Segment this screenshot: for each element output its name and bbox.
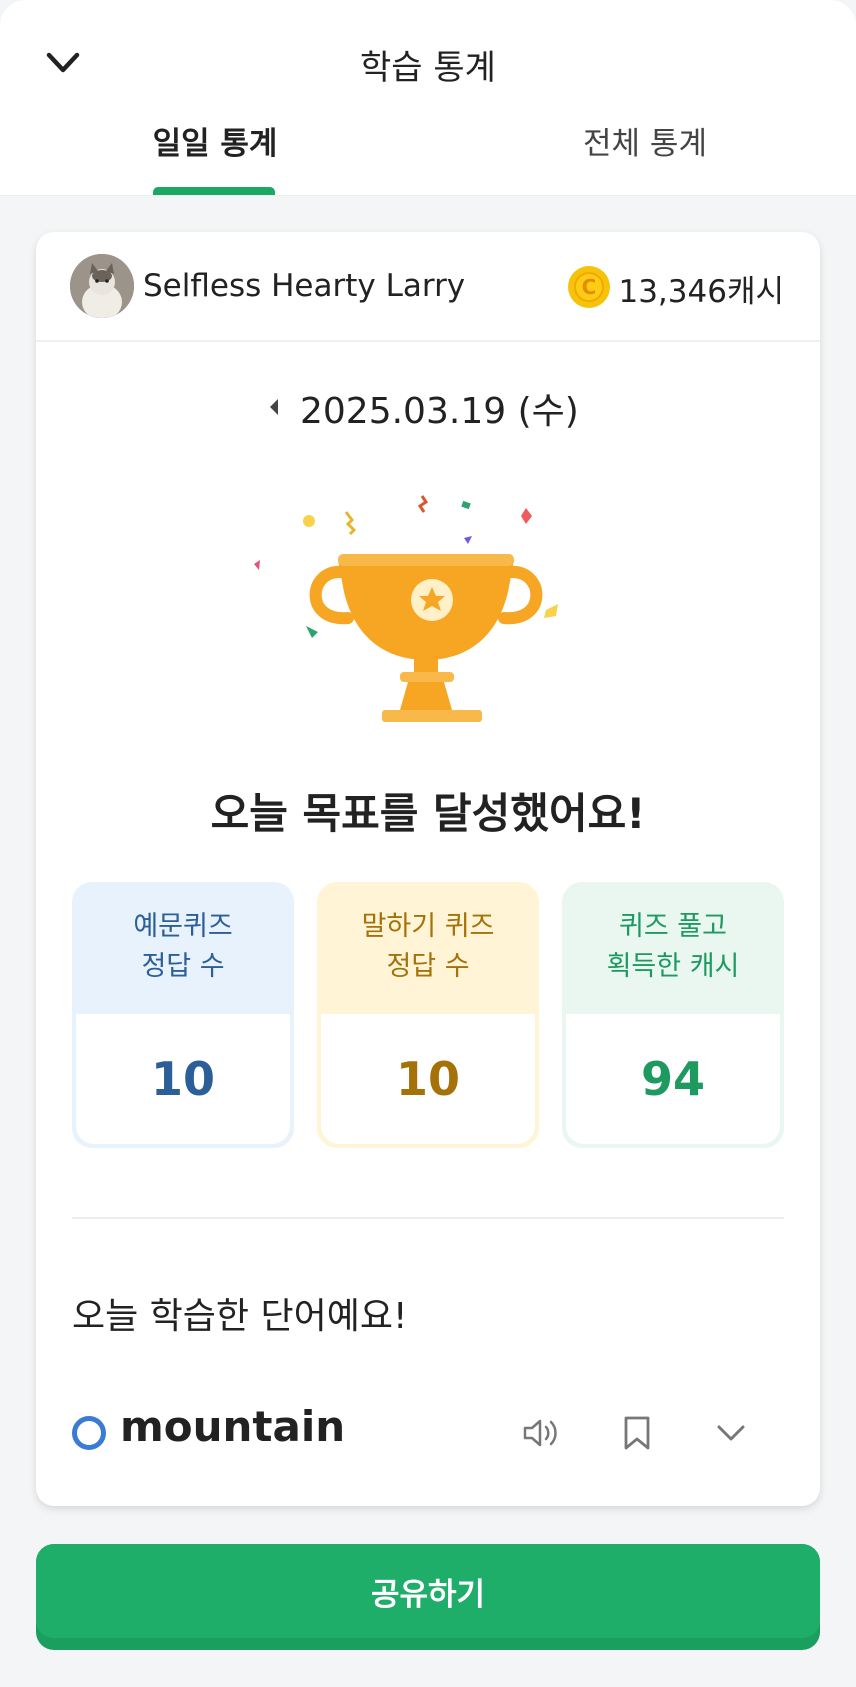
correct-circle-icon — [72, 1416, 106, 1450]
stat-quiz-cash: 퀴즈 풀고 획득한 캐시 94 — [562, 882, 784, 1148]
stat-label-line1: 말하기 퀴즈 — [361, 911, 495, 942]
coin-icon: C — [568, 266, 610, 308]
share-button-label: 공유하기 — [36, 1544, 820, 1638]
stat-label-line1: 예문퀴즈 — [133, 911, 233, 942]
list-item[interactable]: mountain — [72, 1402, 784, 1462]
header: 학습 통계 일일 통계 전체 통계 — [0, 0, 856, 196]
stat-speaking-quiz: 말하기 퀴즈 정답 수 10 — [317, 882, 539, 1148]
stat-sentence-quiz: 예문퀴즈 정답 수 10 — [72, 882, 294, 1148]
share-button[interactable]: 공유하기 — [36, 1544, 820, 1650]
card-divider — [36, 340, 820, 342]
stat-value: 10 — [321, 1014, 535, 1144]
stat-label: 말하기 퀴즈 정답 수 — [317, 882, 539, 1012]
stat-label-line2: 획득한 캐시 — [606, 951, 740, 982]
learned-words-title: 오늘 학습한 단어예요! — [72, 1296, 408, 1337]
tab-total-stats[interactable]: 전체 통계 — [555, 118, 735, 163]
avatar — [70, 254, 134, 318]
stat-label-line2: 정답 수 — [141, 951, 225, 982]
goal-achieved-message: 오늘 목표를 달성했어요! — [210, 789, 646, 838]
bookmark-icon[interactable] — [612, 1408, 662, 1458]
speaker-icon[interactable] — [516, 1408, 566, 1458]
tab-daily-stats[interactable]: 일일 통계 — [130, 118, 300, 163]
username: Selfless Hearty Larry — [143, 268, 466, 304]
stat-label-line2: 정답 수 — [386, 951, 470, 982]
cash-balance: 13,346캐시 — [618, 274, 784, 310]
coin-symbol: C — [574, 272, 604, 302]
stat-label: 퀴즈 풀고 획득한 캐시 — [562, 882, 784, 1012]
trophy-icon — [254, 495, 558, 722]
previous-date-icon[interactable] — [260, 390, 288, 424]
selected-date: 2025.03.19 (수) — [300, 391, 579, 432]
stat-value: 10 — [76, 1014, 290, 1144]
stat-label: 예문퀴즈 정답 수 — [72, 882, 294, 1012]
stat-value: 94 — [566, 1014, 780, 1144]
stat-label-line1: 퀴즈 풀고 — [619, 911, 727, 942]
daily-stats-card: Selfless Hearty Larry C 13,346캐시 2025.03… — [36, 232, 820, 1506]
section-divider — [72, 1217, 784, 1219]
page-title: 학습 통계 — [360, 48, 496, 88]
header-divider — [0, 195, 856, 196]
chevron-down-icon[interactable] — [706, 1408, 756, 1458]
word-text: mountain — [120, 1402, 346, 1451]
